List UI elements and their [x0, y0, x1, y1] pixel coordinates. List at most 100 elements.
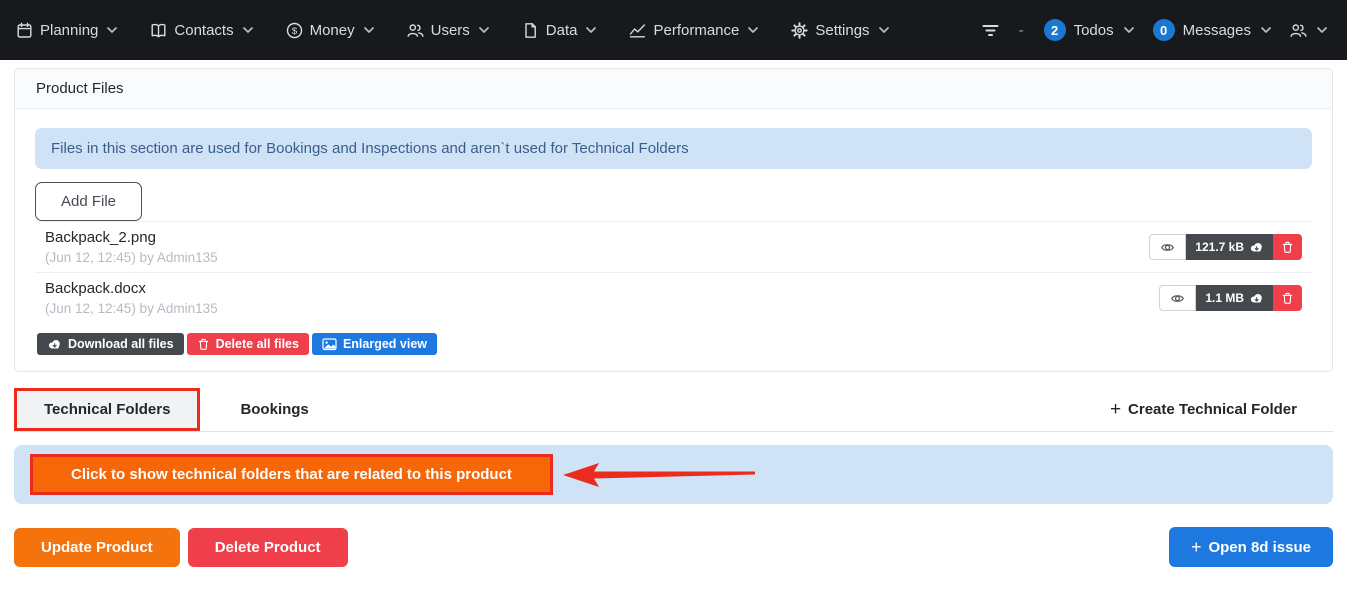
file-actions-group: 1.1 MB	[1159, 285, 1302, 311]
navbar-menu: Planning Contacts $ Money Users Data Per…	[16, 22, 889, 39]
card-title: Product Files	[36, 80, 124, 97]
book-icon	[150, 22, 167, 39]
nav-item-planning[interactable]: Planning	[16, 22, 117, 39]
delete-product-button[interactable]: Delete Product	[188, 528, 348, 567]
messages-count-badge: 0	[1153, 19, 1175, 41]
nav-dash: -	[1018, 22, 1025, 39]
nav-item-todos[interactable]: 2 Todos	[1044, 19, 1134, 41]
chevron-down-icon	[479, 27, 489, 33]
file-name: Backpack_2.png	[45, 229, 218, 246]
nav-item-money[interactable]: $ Money	[286, 22, 374, 39]
download-all-label: Download all files	[68, 337, 174, 351]
nav-item-label: Performance	[653, 22, 739, 39]
chevron-down-icon	[586, 27, 596, 33]
cloud-download-icon	[1249, 241, 1264, 253]
annotation-arrow-icon	[561, 461, 757, 489]
nav-item-contacts[interactable]: Contacts	[150, 22, 252, 39]
create-technical-folder-label: Create Technical Folder	[1128, 401, 1297, 418]
chevron-down-icon	[1124, 27, 1134, 33]
product-files-header: Product Files	[15, 69, 1332, 109]
nav-item-label: Settings	[815, 22, 869, 39]
top-navbar: Planning Contacts $ Money Users Data Per…	[0, 0, 1347, 60]
file-meta: (Jun 12, 12:45) by Admin135	[45, 250, 218, 265]
gear-icon	[791, 22, 808, 39]
nav-item-label: Users	[431, 22, 470, 39]
bulk-actions: Download all files Delete all files Enla…	[37, 333, 1312, 355]
document-icon	[522, 22, 539, 39]
trash-icon	[197, 337, 210, 351]
eye-icon	[1160, 241, 1175, 254]
info-banner: Files in this section are used for Booki…	[35, 128, 1312, 169]
product-files-card: Product Files Files in this section are …	[14, 68, 1333, 372]
preview-file-button[interactable]	[1149, 234, 1186, 260]
image-icon	[322, 337, 337, 351]
svg-text:$: $	[291, 25, 297, 36]
file-actions-group: 121.7 kB	[1149, 234, 1302, 260]
plus-icon: +	[1110, 400, 1121, 419]
navbar-right: - 2 Todos 0 Messages	[982, 19, 1327, 41]
open-8d-issue-button[interactable]: + Open 8d issue	[1169, 527, 1333, 567]
cloud-download-icon	[47, 338, 62, 350]
tab-technical-folders[interactable]: Technical Folders	[14, 388, 200, 431]
chevron-down-icon	[879, 27, 889, 33]
chevron-down-icon	[107, 27, 117, 33]
file-info: Backpack.docx (Jun 12, 12:45) by Admin13…	[45, 280, 218, 316]
enlarged-view-label: Enlarged view	[343, 337, 427, 351]
file-size: 121.7 kB	[1195, 240, 1244, 254]
nav-item-label: Contacts	[174, 22, 233, 39]
trash-icon	[1281, 240, 1294, 254]
enlarged-view-button[interactable]: Enlarged view	[312, 333, 437, 355]
delete-all-label: Delete all files	[216, 337, 299, 351]
users-icon	[407, 22, 424, 39]
nav-item-label: Money	[310, 22, 355, 39]
file-list: Backpack_2.png (Jun 12, 12:45) by Admin1…	[35, 221, 1312, 323]
download-all-files-button[interactable]: Download all files	[37, 333, 184, 355]
technical-folders-panel: Click to show technical folders that are…	[14, 445, 1333, 504]
create-technical-folder-button[interactable]: + Create Technical Folder	[1110, 388, 1333, 431]
chevron-down-icon	[364, 27, 374, 33]
preview-file-button[interactable]	[1159, 285, 1196, 311]
tab-bookings[interactable]: Bookings	[220, 388, 328, 431]
add-file-button[interactable]: Add File	[35, 182, 142, 221]
file-row: Backpack_2.png (Jun 12, 12:45) by Admin1…	[35, 221, 1312, 272]
cloud-download-icon	[1249, 292, 1264, 304]
chevron-down-icon	[748, 27, 758, 33]
delete-file-button[interactable]	[1273, 285, 1302, 311]
file-name: Backpack.docx	[45, 280, 218, 297]
file-meta: (Jun 12, 12:45) by Admin135	[45, 301, 218, 316]
chevron-down-icon	[243, 27, 253, 33]
messages-label: Messages	[1183, 22, 1251, 39]
filter-icon[interactable]	[982, 22, 999, 39]
dollar-circle-icon: $	[286, 22, 303, 39]
file-row: Backpack.docx (Jun 12, 12:45) by Admin13…	[35, 272, 1312, 323]
nav-item-label: Data	[546, 22, 578, 39]
file-size-badge[interactable]: 121.7 kB	[1186, 234, 1273, 260]
nav-item-users[interactable]: Users	[407, 22, 489, 39]
show-technical-folders-button[interactable]: Click to show technical folders that are…	[30, 454, 553, 495]
trash-icon	[1281, 291, 1294, 305]
todos-label: Todos	[1074, 22, 1114, 39]
tabs-bar: Technical Folders Bookings + Create Tech…	[14, 388, 1333, 432]
nav-item-settings[interactable]: Settings	[791, 22, 888, 39]
people-icon	[1290, 22, 1307, 39]
todos-count-badge: 2	[1044, 19, 1066, 41]
open-8d-issue-label: Open 8d issue	[1208, 539, 1311, 556]
nav-item-performance[interactable]: Performance	[629, 22, 758, 39]
nav-item-data[interactable]: Data	[522, 22, 597, 39]
account-menu[interactable]	[1290, 22, 1327, 39]
chevron-down-icon	[1261, 27, 1271, 33]
file-size-badge[interactable]: 1.1 MB	[1196, 285, 1273, 311]
file-info: Backpack_2.png (Jun 12, 12:45) by Admin1…	[45, 229, 218, 265]
nav-item-label: Planning	[40, 22, 98, 39]
delete-all-files-button[interactable]: Delete all files	[187, 333, 309, 355]
product-files-body: Files in this section are used for Booki…	[15, 109, 1332, 371]
update-product-button[interactable]: Update Product	[14, 528, 180, 567]
line-chart-icon	[629, 22, 646, 39]
main-content: Product Files Files in this section are …	[0, 60, 1347, 567]
file-size: 1.1 MB	[1205, 291, 1244, 305]
eye-icon	[1170, 292, 1185, 305]
nav-item-messages[interactable]: 0 Messages	[1153, 19, 1271, 41]
footer-actions: Update Product Delete Product + Open 8d …	[14, 527, 1333, 567]
plus-icon: +	[1191, 538, 1202, 556]
delete-file-button[interactable]	[1273, 234, 1302, 260]
